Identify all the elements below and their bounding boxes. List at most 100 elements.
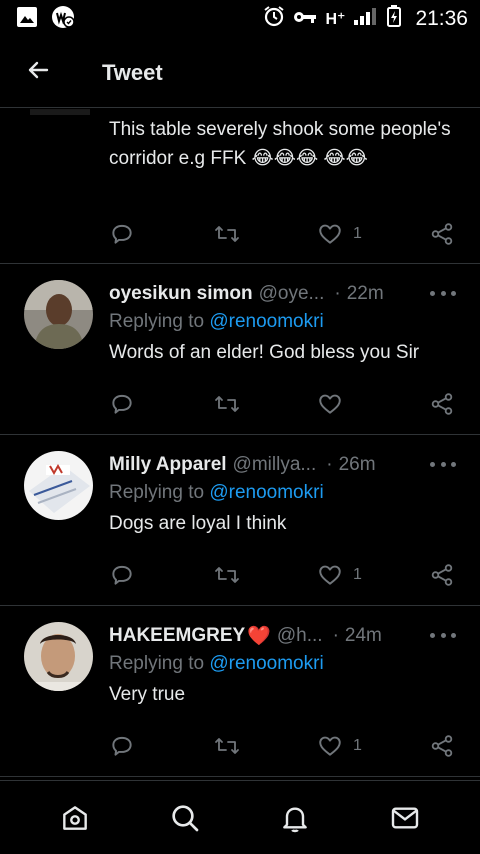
nav-home[interactable]: [51, 794, 99, 842]
replying-label: Replying to: [109, 653, 205, 674]
avatar[interactable]: [24, 451, 93, 520]
home-icon: [63, 805, 87, 830]
nav-messages[interactable]: [381, 794, 429, 842]
tweet-item[interactable]: This table severely shook some people's …: [0, 109, 480, 264]
reply-text: Dogs are loyal I think: [109, 513, 287, 534]
key-icon: [293, 8, 317, 31]
reply-button[interactable]: [109, 560, 135, 590]
retweet-icon: [215, 567, 239, 583]
like-button[interactable]: 1: [317, 731, 362, 761]
reply-item[interactable]: HAKEEMGREY ❤️ @h... · 24m Replying to @r…: [0, 606, 480, 777]
tweet-feed[interactable]: This table severely shook some people's …: [0, 109, 480, 780]
user-handle: @millya...: [232, 454, 317, 475]
like-count: 1: [353, 566, 362, 583]
heart-icon: [319, 565, 341, 585]
bell-icon: [283, 806, 307, 832]
replying-label: Replying to: [109, 482, 205, 503]
user-handle: @h...: [276, 625, 323, 646]
display-name[interactable]: oyesikun simon: [109, 283, 253, 305]
separator: ·: [332, 625, 339, 646]
more-options-button[interactable]: [430, 282, 456, 304]
avatar[interactable]: [24, 622, 93, 691]
replying-label: Replying to: [109, 311, 205, 332]
reply-item[interactable]: Milly Apparel @millya... · 26m Replying …: [0, 435, 480, 606]
page-title: Tweet: [102, 59, 163, 85]
separator: ·: [334, 283, 341, 304]
display-name[interactable]: Milly Apparel: [109, 454, 227, 476]
retweet-button[interactable]: [213, 219, 241, 249]
replying-to: Replying to @renoomokri: [109, 311, 324, 333]
reply-meta: Milly Apparel @millya... · 26m: [109, 451, 464, 479]
tweet-text: This table severely shook some people's …: [109, 119, 451, 169]
comment-icon: [112, 736, 132, 756]
heart-icon: [319, 394, 341, 414]
retweet-button[interactable]: [213, 560, 241, 590]
clock: 21:36: [415, 7, 468, 30]
user-handle: @oye...: [258, 283, 325, 304]
share-button[interactable]: [429, 560, 455, 590]
comment-icon: [112, 394, 132, 414]
mention-link[interactable]: @renoomokri: [209, 482, 323, 503]
search-icon: [172, 804, 199, 831]
separator: ·: [326, 454, 333, 475]
share-icon: [431, 735, 453, 757]
comment-icon: [112, 565, 132, 585]
like-button[interactable]: [317, 389, 353, 419]
reply-button[interactable]: [109, 389, 135, 419]
share-button[interactable]: [429, 219, 455, 249]
retweet-button[interactable]: [213, 731, 241, 761]
reply-item[interactable]: oyesikun simon @oye... · 22m Replying to…: [0, 264, 480, 435]
top-bar: Tweet: [0, 38, 480, 108]
network-type: H⁺: [325, 11, 346, 28]
avatar[interactable]: [24, 280, 93, 349]
share-icon: [431, 564, 453, 586]
gallery-icon: [16, 6, 38, 33]
bottom-navigation: [0, 780, 480, 854]
timestamp: 22m: [346, 283, 384, 304]
status-bar: H⁺ 21:36: [0, 0, 480, 38]
retweet-icon: [215, 738, 239, 754]
timestamp: 26m: [338, 454, 376, 475]
retweet-button[interactable]: [213, 389, 241, 419]
tweet-actions: [109, 389, 459, 419]
more-options-button[interactable]: [430, 624, 456, 646]
reply-text: Words of an elder! God bless you Sir: [109, 342, 420, 363]
nav-notifications[interactable]: [271, 794, 319, 842]
tweet-actions: 1: [109, 560, 459, 590]
like-button[interactable]: 1: [317, 219, 362, 249]
nav-search[interactable]: [161, 794, 209, 842]
replying-to: Replying to @renoomokri: [109, 482, 324, 504]
like-count: 1: [353, 225, 362, 242]
signal-icon: [353, 6, 379, 32]
back-button[interactable]: [10, 45, 66, 101]
tweet-actions: 1: [109, 731, 459, 761]
tweet-actions: 1: [109, 219, 459, 249]
heart-emoji: ❤️: [247, 626, 271, 647]
avatar[interactable]: [30, 109, 90, 115]
battery-charging-icon: [387, 5, 402, 33]
share-icon: [431, 393, 453, 415]
reply-text: Very true: [109, 684, 186, 705]
alarm-icon: [263, 5, 285, 33]
share-button[interactable]: [429, 731, 455, 761]
share-button[interactable]: [429, 389, 455, 419]
timestamp: 24m: [344, 625, 382, 646]
replying-to: Replying to @renoomokri: [109, 653, 324, 675]
arrow-left-icon: [26, 58, 50, 87]
reply-meta: HAKEEMGREY ❤️ @h... · 24m: [109, 622, 464, 650]
retweet-icon: [215, 396, 239, 412]
reply-meta: oyesikun simon @oye... · 22m: [109, 280, 464, 308]
retweet-icon: [215, 226, 239, 242]
like-button[interactable]: 1: [317, 560, 362, 590]
app-notification-icon: [50, 4, 76, 35]
more-options-button[interactable]: [430, 453, 456, 475]
heart-icon: [319, 224, 341, 244]
mention-link[interactable]: @renoomokri: [209, 311, 323, 332]
mention-link[interactable]: @renoomokri: [209, 653, 323, 674]
reply-button[interactable]: [109, 219, 135, 249]
reply-button[interactable]: [109, 731, 135, 761]
comment-icon: [112, 224, 132, 244]
heart-icon: [319, 736, 341, 756]
share-icon: [431, 223, 453, 245]
display-name[interactable]: HAKEEMGREY: [109, 625, 245, 647]
